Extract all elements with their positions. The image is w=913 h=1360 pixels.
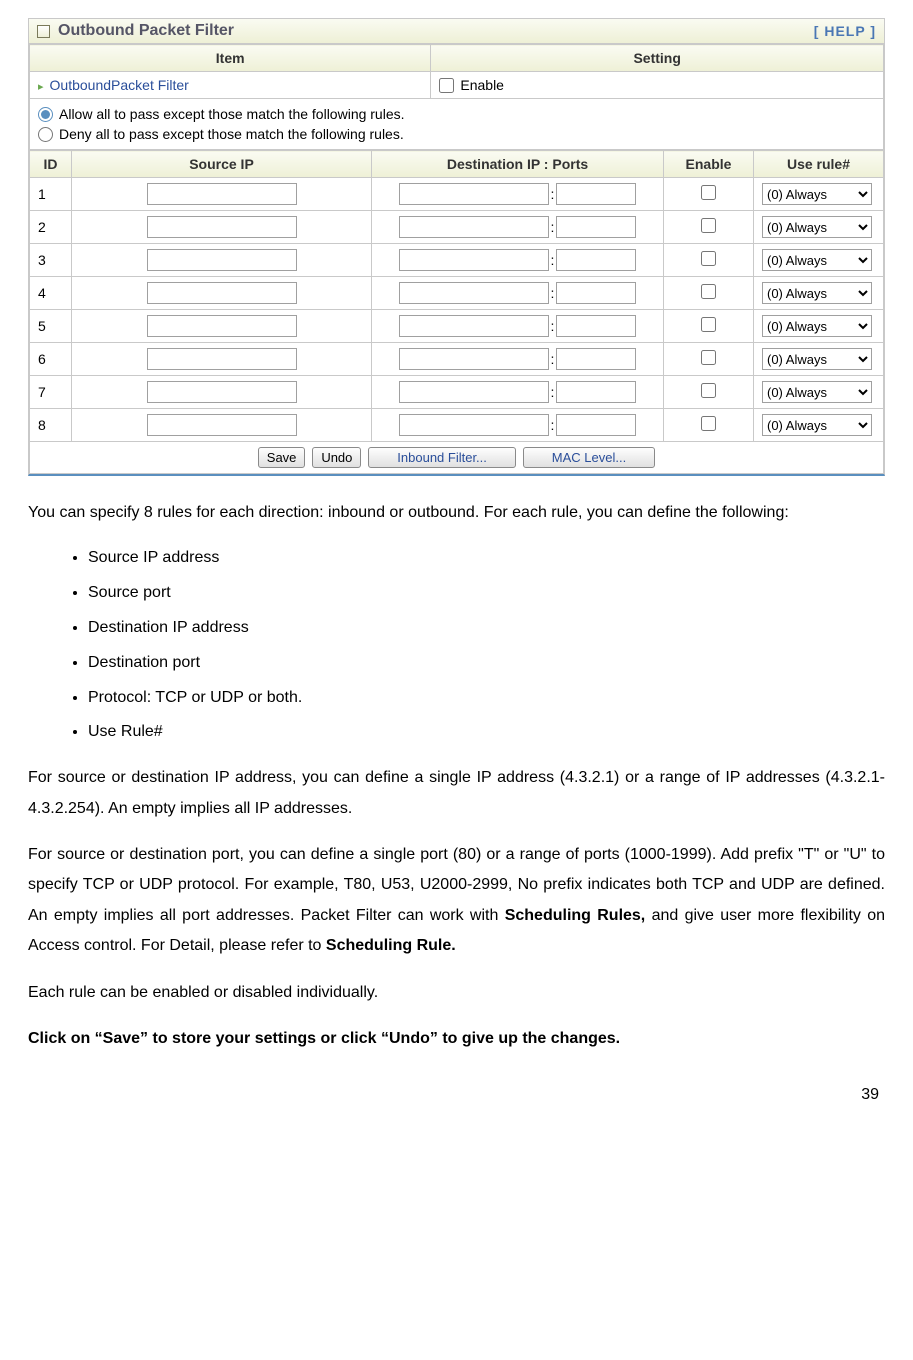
help-link[interactable]: [ HELP ] [814,23,876,39]
settings-table: Item Setting OutboundPacket Filter Enabl… [29,44,884,150]
panel-title: Outbound Packet Filter [58,22,234,40]
undo-button[interactable]: Undo [312,447,361,468]
dest-ip-input[interactable] [399,414,549,436]
source-ip-input[interactable] [147,249,297,271]
panel-header: Outbound Packet Filter [ HELP ] [29,19,884,44]
policy-deny-radio[interactable] [38,127,53,142]
rule-id: 8 [30,409,72,442]
table-row: 5:(0) Always [30,310,884,343]
list-item: Source port [88,579,885,608]
dest-ip-input[interactable] [399,282,549,304]
policy-deny-label: Deny all to pass except those match the … [59,126,404,142]
dest-port-input[interactable] [556,348,636,370]
use-rule-select[interactable]: (0) Always [762,216,872,238]
table-row: 3:(0) Always [30,244,884,277]
doc-p2: For source or destination IP address, yo… [28,763,885,824]
mac-level-button[interactable]: MAC Level... [523,447,655,468]
list-item: Destination IP address [88,614,885,643]
dest-ip-input[interactable] [399,315,549,337]
policy-allow-radio[interactable] [38,107,53,122]
rule-enable-checkbox[interactable] [701,185,716,200]
source-ip-input[interactable] [147,315,297,337]
rule-enable-checkbox[interactable] [701,383,716,398]
col-en: Enable [664,151,754,178]
source-ip-input[interactable] [147,183,297,205]
rule-id: 3 [30,244,72,277]
table-row: 8:(0) Always [30,409,884,442]
table-row: 6:(0) Always [30,343,884,376]
list-item: Destination port [88,649,885,678]
dest-port-input[interactable] [556,183,636,205]
use-rule-select[interactable]: (0) Always [762,414,872,436]
col-id: ID [30,151,72,178]
enable-label: Enable [460,77,504,93]
doc-p1: You can specify 8 rules for each directi… [28,498,885,528]
dest-ip-input[interactable] [399,348,549,370]
policy-block: Allow all to pass except those match the… [30,99,884,150]
dest-port-input[interactable] [556,381,636,403]
rule-enable-checkbox[interactable] [701,218,716,233]
list-item: Protocol: TCP or UDP or both. [88,684,885,713]
dest-port-input[interactable] [556,282,636,304]
rule-id: 5 [30,310,72,343]
table-row: 7:(0) Always [30,376,884,409]
doc-bullets: Source IP address Source port Destination … [68,544,885,747]
source-ip-input[interactable] [147,348,297,370]
dest-port-input[interactable] [556,315,636,337]
col-rule: Use rule# [754,151,884,178]
rule-enable-checkbox[interactable] [701,251,716,266]
rule-id: 4 [30,277,72,310]
button-row: Save Undo Inbound Filter... MAC Level... [30,442,884,474]
rule-enable-checkbox[interactable] [701,416,716,431]
table-row: 2:(0) Always [30,211,884,244]
use-rule-select[interactable]: (0) Always [762,381,872,403]
page-number: 39 [28,1086,885,1104]
col-src: Source IP [72,151,372,178]
packet-filter-panel: Outbound Packet Filter [ HELP ] Item Set… [28,18,885,476]
table-row: 1:(0) Always [30,178,884,211]
dest-ip-input[interactable] [399,249,549,271]
use-rule-select[interactable]: (0) Always [762,183,872,205]
dest-port-input[interactable] [556,249,636,271]
rule-id: 7 [30,376,72,409]
list-item: Source IP address [88,544,885,573]
doc-p4: Each rule can be enabled or disabled ind… [28,978,885,1008]
source-ip-input[interactable] [147,282,297,304]
col-dst: Destination IP : Ports [372,151,664,178]
rule-enable-checkbox[interactable] [701,317,716,332]
rule-id: 1 [30,178,72,211]
rule-enable-checkbox[interactable] [701,350,716,365]
inbound-filter-button[interactable]: Inbound Filter... [368,447,516,468]
rule-id: 2 [30,211,72,244]
use-rule-select[interactable]: (0) Always [762,315,872,337]
table-row: 4:(0) Always [30,277,884,310]
dest-ip-input[interactable] [399,381,549,403]
list-item: Use Rule# [88,718,885,747]
policy-allow-label: Allow all to pass except those match the… [59,106,405,122]
source-ip-input[interactable] [147,216,297,238]
dest-ip-input[interactable] [399,216,549,238]
save-button[interactable]: Save [258,447,306,468]
col-item: Item [30,45,431,72]
enable-checkbox[interactable] [439,78,454,93]
use-rule-select[interactable]: (0) Always [762,348,872,370]
rule-id: 6 [30,343,72,376]
use-rule-select[interactable]: (0) Always [762,282,872,304]
source-ip-input[interactable] [147,381,297,403]
rules-table: ID Source IP Destination IP : Ports Enab… [29,150,884,474]
source-ip-input[interactable] [147,414,297,436]
item-name: OutboundPacket Filter [30,72,431,99]
rule-enable-checkbox[interactable] [701,284,716,299]
panel-collapse-icon[interactable] [37,25,50,38]
use-rule-select[interactable]: (0) Always [762,249,872,271]
doc-p5: Click on “Save” to store your settings o… [28,1024,885,1054]
dest-ip-input[interactable] [399,183,549,205]
document-body: You can specify 8 rules for each directi… [28,498,885,1054]
doc-p3: For source or destination port, you can … [28,840,885,962]
col-setting: Setting [431,45,884,72]
dest-port-input[interactable] [556,216,636,238]
dest-port-input[interactable] [556,414,636,436]
